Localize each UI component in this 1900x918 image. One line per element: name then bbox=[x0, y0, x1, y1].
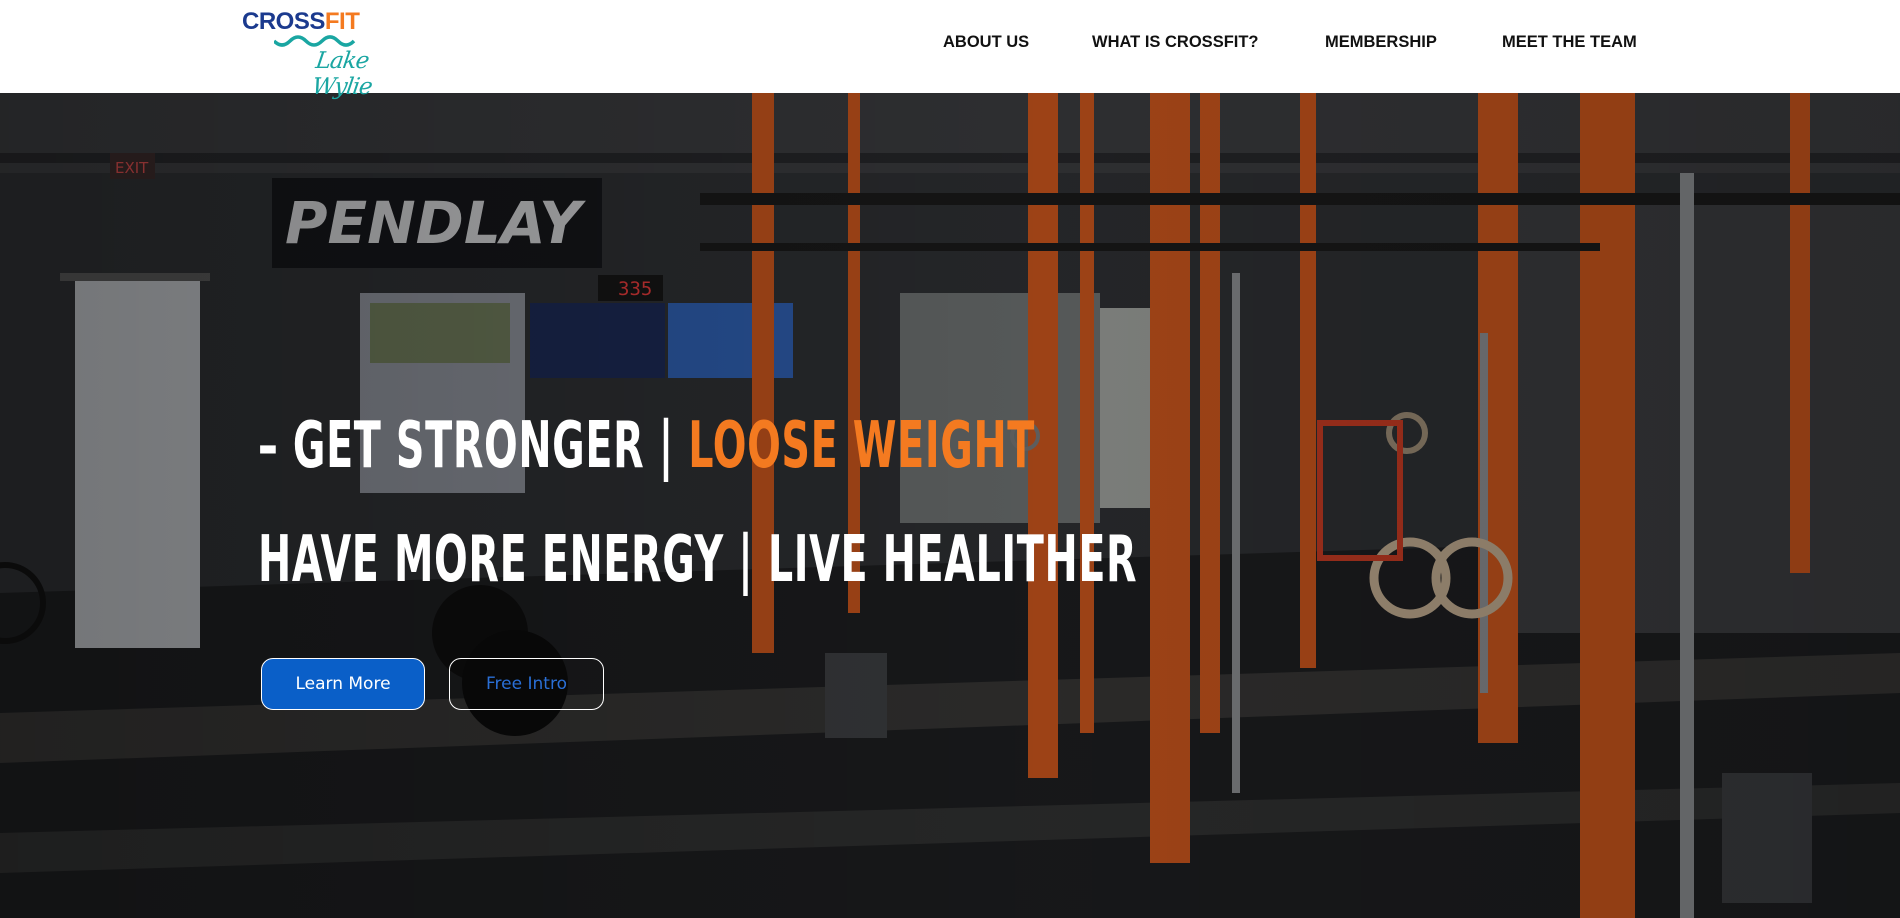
hero-headline-line2: HAVE MORE ENERGY | LIVE HEALITHER bbox=[258, 523, 1138, 597]
hero-banner: PENDLAY EXIT 335 bbox=[0, 93, 1900, 918]
hero-headline-orange-text: LOOSE WEIGHT bbox=[688, 409, 1035, 483]
hero-overlay bbox=[0, 93, 1900, 918]
hero-headline-line1: – GET STRONGER | LOOSE WEIGHT bbox=[258, 409, 1035, 483]
free-intro-button[interactable]: Free Intro bbox=[449, 658, 604, 710]
nav-what-is-crossfit[interactable]: WHAT IS CROSSFIT? bbox=[1092, 33, 1259, 52]
site-header: CROSSFIT Lake Wylie ABOUT US WHAT IS CRO… bbox=[0, 0, 1900, 100]
nav-meet-the-team[interactable]: MEET THE TEAM bbox=[1502, 33, 1637, 52]
hero-headline-white-text: – GET STRONGER | bbox=[258, 409, 689, 483]
learn-more-button[interactable]: Learn More bbox=[261, 658, 425, 710]
logo-wordmark: CROSSFIT bbox=[242, 8, 360, 36]
nav-membership[interactable]: MEMBERSHIP bbox=[1325, 33, 1437, 52]
crossfit-lake-wylie-logo[interactable]: CROSSFIT Lake Wylie bbox=[240, 8, 420, 100]
logo-cross-text: CROSS bbox=[242, 8, 325, 35]
logo-fit-text: FIT bbox=[324, 8, 360, 35]
logo-lake-wylie-script: Lake Wylie bbox=[310, 48, 374, 100]
nav-about-us[interactable]: ABOUT US bbox=[943, 33, 1029, 52]
